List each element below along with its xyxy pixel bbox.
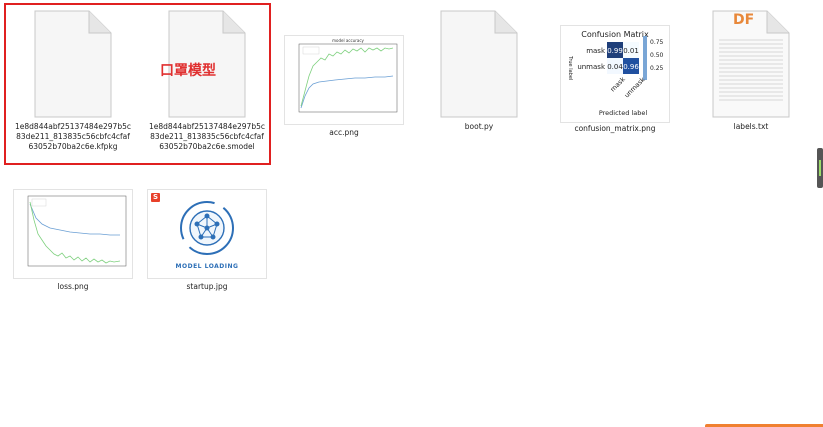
svg-text:0.04: 0.04 bbox=[607, 63, 623, 71]
svg-text:True label: True label bbox=[567, 55, 573, 80]
svg-text:0.50: 0.50 bbox=[650, 52, 664, 59]
file-name: loss.png bbox=[57, 282, 89, 291]
df-badge: DF bbox=[733, 12, 755, 28]
annotation-label: 口罩模型 bbox=[160, 63, 216, 79]
svg-text:Predicted label: Predicted label bbox=[599, 109, 647, 117]
accuracy-chart-thumbnail: model accuracy bbox=[285, 36, 403, 124]
svg-text:0.99: 0.99 bbox=[607, 47, 623, 55]
file-name: confusion_matrix.png bbox=[574, 124, 656, 133]
svg-text:unmask: unmask bbox=[623, 75, 647, 99]
loss-chart-thumbnail bbox=[14, 190, 132, 278]
s-badge-icon: S bbox=[151, 193, 160, 202]
file-startup-jpg[interactable]: MODEL LOADING S startup.jpg bbox=[148, 190, 266, 292]
svg-text:unmask: unmask bbox=[577, 63, 606, 71]
file-name: startup.jpg bbox=[186, 282, 228, 291]
svg-text:0.01: 0.01 bbox=[623, 47, 639, 55]
file-boot-py[interactable]: boot.py bbox=[420, 10, 538, 132]
confusion-matrix-thumbnail: Confusion Matrix 0.99 0.01 0.04 0.96 mas… bbox=[561, 26, 669, 122]
svg-text:0.75: 0.75 bbox=[650, 39, 664, 46]
file-acc-png[interactable]: model accuracy acc.png bbox=[285, 10, 403, 138]
selection-highlight-box bbox=[4, 3, 271, 165]
model-loading-thumbnail: MODEL LOADING S bbox=[148, 190, 266, 278]
file-loss-png[interactable]: loss.png bbox=[14, 190, 132, 292]
side-scroll-handle[interactable] bbox=[817, 148, 823, 188]
file-name: boot.py bbox=[464, 122, 494, 131]
svg-text:0.25: 0.25 bbox=[650, 65, 664, 72]
model-loading-caption: MODEL LOADING bbox=[175, 263, 239, 270]
file-name: labels.txt bbox=[733, 122, 769, 131]
svg-text:0.96: 0.96 bbox=[623, 63, 639, 71]
generic-file-icon bbox=[439, 10, 519, 118]
file-confusion-matrix[interactable]: Confusion Matrix 0.99 0.01 0.04 0.96 mas… bbox=[556, 10, 674, 134]
svg-text:mask: mask bbox=[609, 75, 627, 93]
text-file-icon: DF bbox=[711, 10, 791, 118]
file-labels-txt[interactable]: DF labels.txt bbox=[692, 10, 810, 132]
svg-text:model accuracy: model accuracy bbox=[332, 38, 364, 43]
file-name: acc.png bbox=[329, 128, 359, 137]
svg-text:Confusion Matrix: Confusion Matrix bbox=[581, 30, 649, 39]
svg-text:mask: mask bbox=[586, 47, 606, 55]
